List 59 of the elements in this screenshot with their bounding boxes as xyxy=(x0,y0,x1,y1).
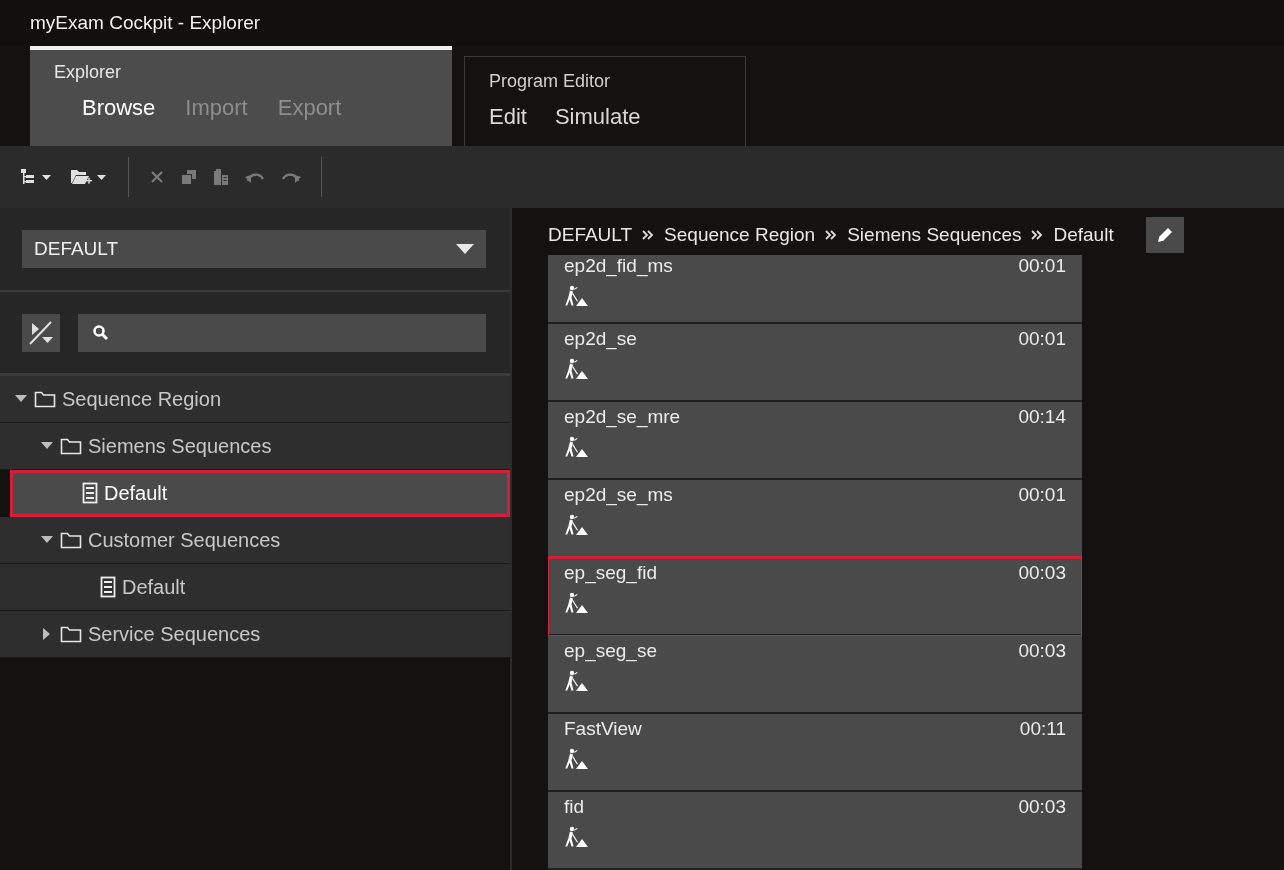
document-icon xyxy=(82,482,98,504)
tab-group[interactable]: Program Editor Edit Simulate xyxy=(464,56,746,146)
chevron-separator-icon xyxy=(825,229,838,240)
chevron-separator-icon xyxy=(642,229,655,240)
copy-icon xyxy=(181,169,197,185)
tree-item[interactable]: Default xyxy=(10,470,510,517)
collapse-caret-icon[interactable] xyxy=(40,535,54,545)
worker-icon xyxy=(564,358,588,381)
expand-collapse-button[interactable] xyxy=(22,313,60,352)
folder-plus-caret-icon xyxy=(70,167,108,187)
sequence-item[interactable]: ep_seg_se 00:03 xyxy=(548,636,1082,715)
worker-icon xyxy=(564,514,588,537)
worker-icon xyxy=(564,285,588,308)
tree-caret-icon xyxy=(20,168,54,186)
sequence-item[interactable]: ep2d_se 00:01 xyxy=(548,324,1082,403)
breadcrumb-item[interactable]: Sequence Region xyxy=(664,223,816,246)
tab[interactable]: Edit xyxy=(489,104,527,130)
sequence-item[interactable]: ep2d_fid_ms 00:01 xyxy=(548,255,1082,325)
worker-icon xyxy=(564,592,588,615)
tab-group-title: Explorer xyxy=(54,62,122,83)
tree-item[interactable]: Siemens Sequences xyxy=(0,423,510,470)
breadcrumb-item[interactable]: Siemens Sequences xyxy=(847,223,1022,246)
tree-item[interactable]: Customer Sequences xyxy=(0,517,510,564)
worker-icon xyxy=(564,670,588,693)
folder-icon xyxy=(34,390,56,408)
close-icon xyxy=(149,169,165,185)
undo-icon xyxy=(245,170,265,184)
worker-icon xyxy=(564,436,588,459)
sequence-item[interactable]: FastView 00:11 xyxy=(548,714,1082,793)
sequence-item[interactable]: ep_seg_fid 00:03 xyxy=(548,558,1082,637)
redo-icon xyxy=(281,170,301,184)
search-icon xyxy=(92,323,110,342)
folder-icon xyxy=(60,625,82,643)
sequence-item[interactable]: ep2d_se_mre 00:14 xyxy=(548,402,1082,481)
folder-icon xyxy=(60,531,82,549)
worker-icon xyxy=(564,826,588,849)
tree-item[interactable]: Sequence Region xyxy=(0,376,510,423)
breadcrumb-item[interactable]: DEFAULT xyxy=(548,223,633,246)
sequence-item[interactable]: fid 00:03 xyxy=(548,792,1082,870)
expand-collapse-icon xyxy=(27,319,55,346)
paste-icon xyxy=(213,168,229,186)
collapse-caret-icon[interactable] xyxy=(40,441,54,451)
edit-button[interactable] xyxy=(1145,216,1184,253)
region-dropdown[interactable]: DEFAULT xyxy=(22,230,486,268)
chevron-separator-icon xyxy=(1031,229,1044,240)
tab[interactable]: Browse xyxy=(82,95,156,121)
tab-group-title: Program Editor xyxy=(489,71,611,92)
window-title: myExam Cockpit - Explorer xyxy=(30,12,261,34)
folder-icon xyxy=(60,437,82,455)
caret-icon xyxy=(456,244,474,254)
breadcrumb-item[interactable]: Default xyxy=(1053,223,1114,246)
collapse-caret-icon[interactable] xyxy=(14,394,28,404)
search-field[interactable] xyxy=(78,313,486,352)
tab[interactable]: Simulate xyxy=(554,104,641,130)
tree-item[interactable]: Default xyxy=(0,564,510,611)
sequence-item[interactable]: ep2d_se_ms 00:01 xyxy=(548,480,1082,559)
worker-icon xyxy=(564,748,588,771)
document-icon xyxy=(100,576,116,598)
tree-item[interactable]: Service Sequences xyxy=(0,611,510,658)
